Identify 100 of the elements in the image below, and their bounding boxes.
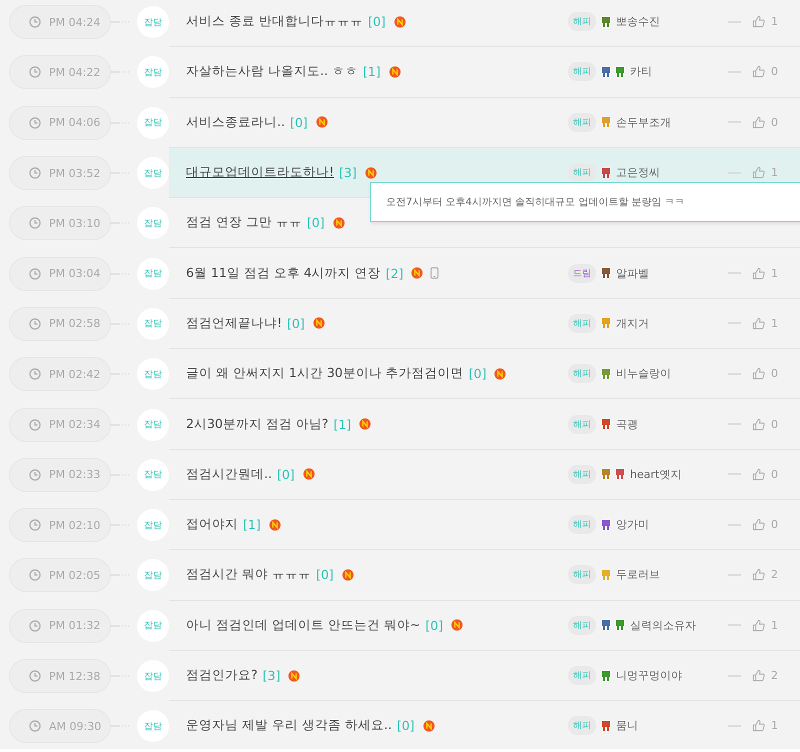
clock-icon	[29, 217, 41, 230]
author-name[interactable]: heart옛지	[630, 466, 728, 482]
clock-icon	[29, 468, 41, 481]
thumbs-up-icon[interactable]	[752, 367, 765, 380]
thumbs-up-icon[interactable]	[752, 166, 765, 180]
time-pill: PM 02:05	[10, 559, 110, 592]
server-tag: 해피	[568, 112, 596, 132]
author-name[interactable]: 앙가미	[616, 517, 728, 532]
post-row[interactable]: 아니 점검인데 업데이트 안뜨는건 뭐야~ [0] 해피 실력의소유자 1	[169, 600, 800, 651]
post-row[interactable]: 글이 왜 안써지지 1시간 30분이나 추가점검이면 [0] 해피 비누슬랑이 0	[169, 349, 800, 400]
time-pill: PM 01:32	[10, 610, 110, 642]
thumbs-up-icon[interactable]	[752, 15, 765, 28]
server-tag: 해피	[568, 414, 596, 434]
author-name[interactable]: 뭄니	[616, 718, 728, 734]
like-count: 2	[771, 568, 778, 582]
time-pill: PM 04:24	[10, 6, 110, 38]
author-name[interactable]: 곡괭	[616, 416, 728, 432]
post-title[interactable]: 점검인가요?	[186, 667, 258, 684]
author-name[interactable]: 두로러브	[616, 567, 728, 582]
like-count: 1	[771, 618, 778, 632]
post-title[interactable]: 점검시간뭔데..	[186, 466, 272, 483]
post-title[interactable]: 6월 11일 점검 오후 4시까지 연장	[186, 264, 381, 282]
post-row[interactable]: 운영자님 제발 우리 생각좀 하세요.. [0] 해피 뭄니 1	[169, 701, 800, 749]
comment-count: [1]	[243, 517, 261, 532]
author-name[interactable]: 알파벨	[616, 266, 728, 281]
comment-count: [1]	[333, 416, 352, 432]
time-pill: PM 12:38	[10, 660, 110, 692]
thumbs-up-icon[interactable]	[752, 418, 765, 431]
post-title[interactable]: 운영자님 제발 우리 생각좀 하세요..	[186, 717, 392, 734]
post-row[interactable]: 6월 11일 점검 오후 4시까지 연장 [2] 드림 알파벨 1	[169, 248, 800, 299]
like-count: 0	[771, 418, 778, 431]
clock-icon	[29, 167, 41, 180]
author-name[interactable]: 실력의소유자	[630, 618, 728, 633]
post-row[interactable]: 점검언제끝나냐! [0] 해피 개지거 1	[169, 298, 800, 350]
time-pill: PM 02:33	[10, 458, 110, 491]
clock-icon	[29, 16, 41, 28]
clock-icon	[29, 569, 41, 582]
post-row[interactable]: 점검시간 뭐야 ㅠㅠㅠ [0] 해피 두로러브 2	[169, 550, 800, 601]
post-title[interactable]: 자살하는사람 나올지도.. ㅎㅎ	[186, 63, 358, 80]
post-title[interactable]: 접어야지	[186, 516, 238, 534]
author-name[interactable]: 개지거	[616, 316, 728, 331]
post-title[interactable]: 아니 점검인데 업데이트 안뜨는건 뭐야~	[186, 616, 420, 634]
server-tag: 해피	[568, 565, 596, 584]
thumbs-up-icon[interactable]	[752, 719, 765, 732]
post-title[interactable]: 점검시간 뭐야 ㅠㅠㅠ	[186, 566, 311, 584]
thumbs-up-icon[interactable]	[752, 568, 765, 582]
like-count: 0	[771, 65, 778, 78]
post-title[interactable]: 점검 연장 그만 ㅠㅠ	[186, 214, 302, 232]
post-title[interactable]: 점검언제끝나냐!	[186, 314, 282, 332]
post-title[interactable]: 2시30분까지 점검 아님?	[186, 416, 328, 433]
comment-count: [0]	[290, 114, 308, 130]
server-tag: 해피	[568, 666, 596, 685]
like-count: 1	[771, 719, 778, 732]
like-count: 1	[771, 15, 778, 28]
author-name[interactable]: 비누슬랑이	[616, 366, 728, 382]
clock-icon	[29, 519, 41, 532]
post-row[interactable]: 서비스 종료 반대합니다ㅠㅠㅠ [0] 해피 뽀송수진 1	[169, 0, 800, 48]
thumbs-up-icon[interactable]	[752, 116, 765, 129]
like-count: 0	[771, 116, 778, 129]
comment-count: [3]	[262, 668, 280, 683]
post-row[interactable]: 점검시간뭔데.. [0] 해피 heart옛지 0	[169, 450, 800, 500]
server-tag: 해피	[568, 314, 596, 333]
tooltip: 오전7시부터 오후4시까지면 솔직히대규모 업데이트할 분량임 ㅋㅋ	[370, 182, 800, 222]
thumbs-up-icon[interactable]	[752, 669, 765, 682]
post-title[interactable]: 대규모업데이트라도하나!	[186, 164, 334, 182]
comment-count: [0]	[306, 215, 325, 230]
comment-count: [0]	[468, 366, 486, 382]
thumbs-up-icon[interactable]	[752, 316, 765, 330]
author-name[interactable]: 뽀송수진	[616, 14, 728, 30]
comment-count: [0]	[316, 567, 334, 582]
comment-count: [1]	[362, 64, 381, 80]
clock-icon	[29, 670, 41, 682]
clock-icon	[29, 116, 41, 129]
clock-icon	[29, 268, 41, 280]
post-title[interactable]: 서비스종료라니..	[186, 114, 285, 131]
author-name[interactable]: 카티	[630, 64, 728, 80]
thumbs-up-icon[interactable]	[752, 266, 765, 280]
time-pill: PM 04:22	[10, 56, 110, 88]
thumbs-up-icon[interactable]	[752, 468, 765, 481]
server-tag: 해피	[568, 364, 596, 384]
time-pill: PM 02:42	[10, 358, 110, 390]
post-row[interactable]: 2시30분까지 점검 아님? [1] 해피 곡괭 0	[169, 399, 800, 450]
time-pill: PM 04:06	[10, 106, 110, 139]
comment-count: [0]	[276, 466, 295, 482]
author-name[interactable]: 손두부조개	[616, 114, 728, 130]
post-title[interactable]: 서비스 종료 반대합니다ㅠㅠㅠ	[186, 13, 363, 30]
like-count: 0	[771, 367, 778, 380]
post-row[interactable]: 접어야지 [1] 해피 앙가미 0	[169, 500, 800, 550]
clock-icon	[29, 368, 41, 380]
post-title[interactable]: 글이 왜 안써지지 1시간 30분이나 추가점검이면	[186, 365, 464, 382]
post-row[interactable]: 점검인가요? [3] 해피 니멍꾸멍이야 2	[169, 650, 800, 702]
server-tag: 해피	[568, 616, 596, 635]
server-tag: 해피	[568, 515, 596, 534]
author-name[interactable]: 고은정씨	[616, 165, 728, 180]
thumbs-up-icon[interactable]	[752, 65, 765, 78]
post-row[interactable]: 자살하는사람 나올지도.. ㅎㅎ [1] 해피 카티 0	[169, 47, 800, 98]
clock-icon	[29, 620, 41, 632]
thumbs-up-icon[interactable]	[752, 518, 765, 532]
author-name[interactable]: 니멍꾸멍이야	[616, 668, 728, 683]
thumbs-up-icon[interactable]	[752, 618, 765, 632]
